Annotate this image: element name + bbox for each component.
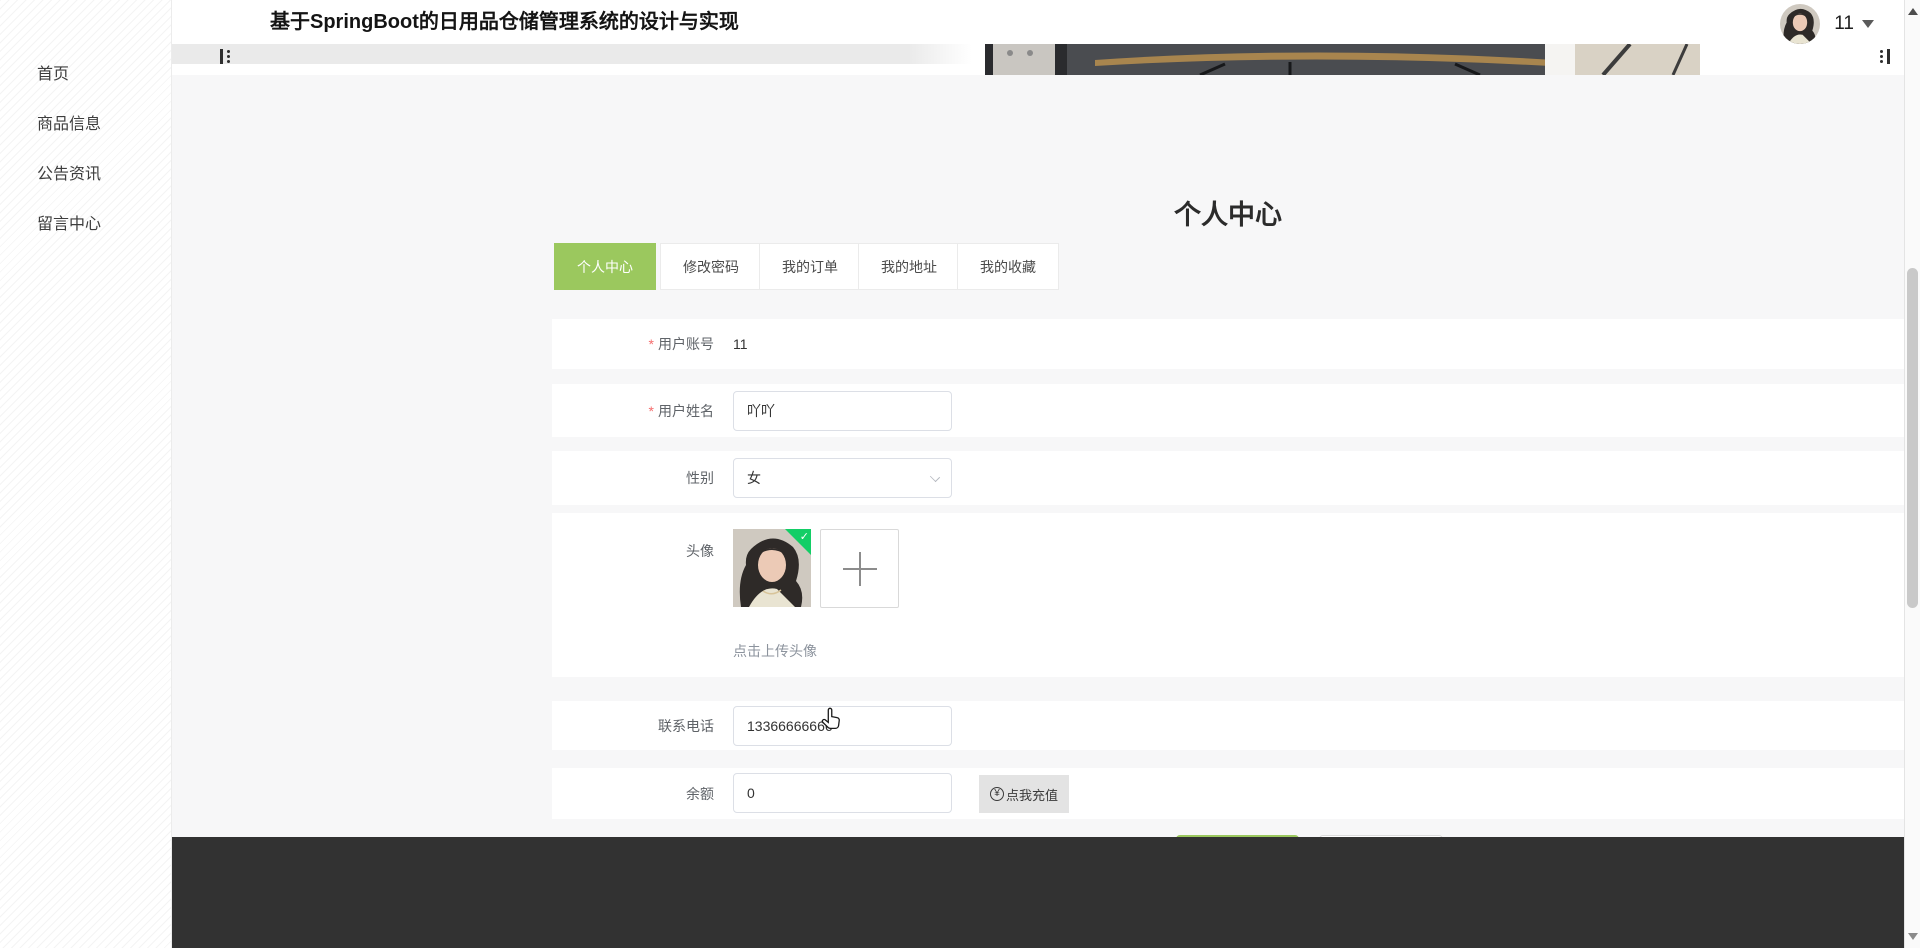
recharge-button[interactable]: ¥ 点我充值 [979, 775, 1070, 813]
sidebar-item-label: 公告资讯 [37, 166, 102, 183]
sidebar-item-messages[interactable]: 留言中心 [0, 205, 172, 245]
tab-label: 我的订单 [782, 258, 838, 275]
app-window: 首页 商品信息 公告资讯 留言中心 基于SpringBoot的日用品仓储管理系统… [0, 0, 1920, 948]
tab-label: 我的地址 [881, 258, 937, 275]
plus-icon [858, 551, 861, 586]
label-text: 用户姓名 [658, 402, 714, 419]
app-title: 基于SpringBoot的日用品仓储管理系统的设计与实现 [270, 11, 739, 33]
chevron-down-icon [929, 471, 941, 483]
avatar-upload-hint: 点击上传头像 [733, 643, 817, 659]
username-text: 11 [1834, 13, 1854, 34]
sidebar-item-label: 商品信息 [37, 116, 102, 133]
top-header: 基于SpringBoot的日用品仓储管理系统的设计与实现 11 [172, 0, 1904, 44]
form-row-phone: 联系电话 [552, 701, 1904, 750]
banner-left-handle-icon [220, 49, 230, 64]
carousel-banner-sliver [172, 44, 1904, 75]
banner-photo-segment [985, 44, 1700, 75]
form-row-gender: 性别 女 [552, 451, 1904, 505]
page-title: 个人中心 [1174, 200, 1282, 231]
required-asterisk: * [648, 402, 654, 419]
account-value: 11 [733, 336, 748, 352]
tab-label: 修改密码 [683, 258, 739, 275]
tab-my-favorites[interactable]: 我的收藏 [957, 243, 1059, 290]
recharge-label: 点我充值 [1006, 787, 1059, 803]
label-text: 余额 [686, 785, 714, 802]
label-text: 头像 [686, 543, 714, 559]
phone-input[interactable] [733, 706, 952, 746]
sidebar: 首页 商品信息 公告资讯 留言中心 [0, 0, 172, 948]
form-row-balance: 余额 ¥ 点我充值 [552, 768, 1904, 819]
vertical-scrollbar[interactable] [1904, 0, 1920, 948]
sidebar-item-products[interactable]: 商品信息 [0, 105, 172, 145]
sidebar-item-news[interactable]: 公告资讯 [0, 155, 172, 195]
tab-label: 我的收藏 [980, 258, 1036, 275]
name-input[interactable] [733, 391, 952, 431]
label-text: 联系电话 [658, 717, 714, 734]
gender-label: 性别 [552, 451, 724, 505]
yen-coin-icon: ¥ [990, 787, 1004, 801]
tab-profile[interactable]: 个人中心 [554, 243, 656, 290]
balance-label: 余额 [552, 768, 724, 819]
form-row-avatar: 头像 ✓ 点击上传头像 [552, 513, 1904, 677]
required-asterisk: * [648, 336, 654, 352]
banner-wall-segment [172, 44, 972, 64]
balance-input[interactable] [733, 773, 952, 813]
avatar-upload-button[interactable] [820, 529, 899, 608]
form-row-name: * 用户姓名 [552, 384, 1904, 437]
avatar-label: 头像 [552, 513, 724, 677]
check-icon: ✓ [799, 531, 809, 543]
gender-select[interactable]: 女 [733, 458, 952, 498]
sidebar-item-label: 首页 [37, 66, 70, 83]
sidebar-item-home[interactable]: 首页 [0, 55, 172, 95]
account-label: * 用户账号 [552, 319, 724, 369]
page-footer [172, 837, 1904, 948]
label-text: 性别 [686, 470, 714, 486]
avatar-thumbnail[interactable]: ✓ [733, 529, 811, 607]
banner-right-handle-icon [1880, 49, 1890, 64]
gender-selected-value: 女 [747, 470, 761, 486]
label-text: 用户账号 [658, 336, 714, 352]
sidebar-item-label: 留言中心 [37, 216, 102, 233]
tab-my-orders[interactable]: 我的订单 [759, 243, 861, 290]
scrollbar-down-arrow-icon[interactable] [1908, 933, 1918, 940]
user-avatar[interactable] [1780, 4, 1821, 44]
main-content: 个人中心 个人中心 修改密码 我的订单 我的地址 我的收藏 * 用户账号 11 … [172, 75, 1904, 880]
tab-change-password[interactable]: 修改密码 [660, 243, 762, 290]
scrollbar-up-arrow-icon[interactable] [1908, 8, 1918, 15]
user-dropdown[interactable]: 11 [1780, 2, 1874, 46]
name-label: * 用户姓名 [552, 384, 724, 437]
form-row-account: * 用户账号 11 [552, 319, 1904, 369]
chevron-down-icon [1862, 20, 1874, 28]
tab-my-address[interactable]: 我的地址 [858, 243, 960, 290]
scrollbar-thumb[interactable] [1907, 268, 1918, 608]
tab-label: 个人中心 [577, 258, 633, 275]
avatar-portrait-graphic [1780, 4, 1821, 44]
phone-label: 联系电话 [552, 701, 724, 750]
